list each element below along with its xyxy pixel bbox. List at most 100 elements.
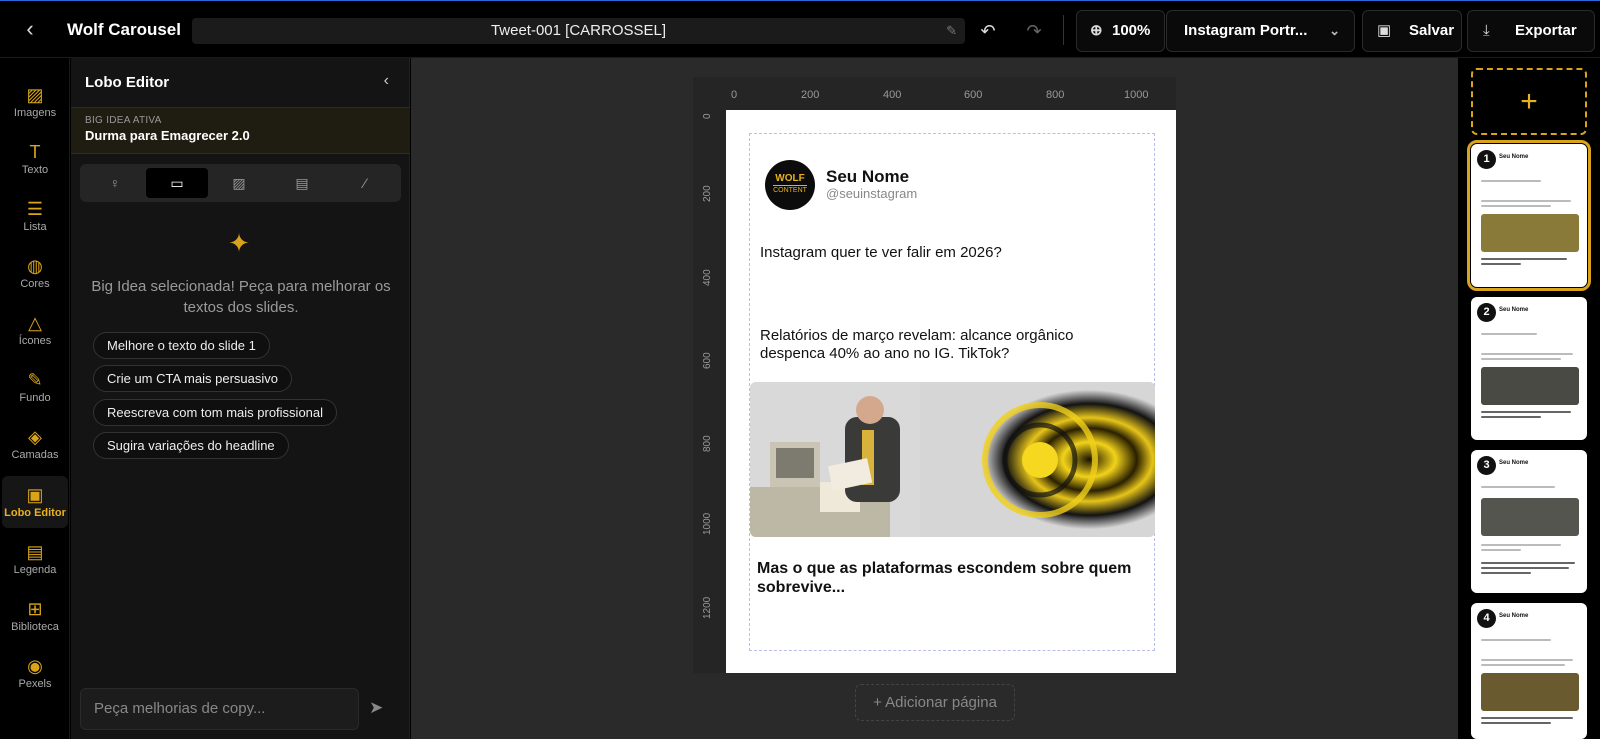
thumbnail-line [1481,333,1537,335]
rail-item-imagens[interactable]: ▨ Imagens [2,76,68,128]
thumbnail-line [1481,486,1555,488]
redo-icon: ↷ [1026,21,1042,41]
ruler-tick: 1000 [702,512,713,535]
author-handle[interactable]: @seuinstagram [826,186,917,201]
slide-image[interactable] [750,382,1155,537]
shapes-icon: △ [28,313,42,333]
rail-item-lista[interactable]: ☰ Lista [2,190,68,242]
send-button[interactable]: ➤ [369,698,383,718]
thumbnail-line [1481,200,1571,202]
thumbnail-line [1481,549,1521,551]
collapse-panel-button[interactable]: ‹ [384,72,389,90]
suggestion-chip[interactable]: Sugira variações do headline [93,432,289,459]
rail-label: Texto [21,164,49,176]
thumbnail-line [1481,416,1541,418]
rail-item-legenda[interactable]: ▤ Legenda [2,533,68,585]
thumbnail-line [1481,411,1571,413]
suggestion-chip[interactable]: Reescreva com tom mais profissional [93,399,338,426]
chat-icon: ▭ [170,175,184,191]
bookmark-icon: ⊞ [27,599,43,619]
rail-item-cores[interactable]: ◍ Cores [2,247,68,299]
tool-rail: ▨ Imagens T Texto ☰ Lista ◍ Cores △ Ícones ✎ F… [0,58,70,739]
thumbnail-image [1481,214,1579,252]
undo-button[interactable]: ↶ [977,11,999,51]
ruler-tick: 600 [702,352,713,369]
thumbnail-line [1481,717,1573,719]
tab-image[interactable]: ▨ [208,168,270,198]
tab-ideas[interactable]: ♀ [84,168,146,198]
rail-item-camadas[interactable]: ◈ Camadas [2,418,68,470]
top-bar: ‹ Wolf Carousel Tweet-001 [CARROSSEL] ✎ … [0,1,1600,58]
toolbar-divider [1063,15,1064,45]
slide-text-body[interactable]: Relatórios de março revelam: alcance org… [760,327,1140,363]
suggestion-chip[interactable]: Melhore o texto do slide 1 [93,332,270,359]
slide-thumbnail-2[interactable]: 2 Seu Nome [1471,297,1587,440]
ruler-tick: 0 [702,113,713,119]
logo-text: WOLF [775,173,805,184]
add-slide-button[interactable]: + [1471,68,1587,135]
format-dropdown[interactable]: Instagram Portr... ⌄ [1166,10,1355,52]
suggestion-chip[interactable]: Crie um CTA mais persuasivo [93,365,292,392]
zoom-button[interactable]: ⊕ 100% [1076,10,1165,52]
save-label: Salvar [1409,22,1455,39]
rail-label: Pexels [18,678,52,690]
panel-hint: Big Idea selecionada! Peça para melhorar… [91,278,391,316]
save-button[interactable]: ▣ Salvar [1362,10,1462,52]
tab-copy[interactable]: ▭ [146,168,208,198]
redo-button[interactable]: ↷ [1023,11,1045,51]
slide-number: 4 [1477,609,1496,628]
rail-label: Legenda [13,564,57,576]
rail-label: Cores [20,278,50,290]
thumbnail-line [1481,353,1573,355]
tab-magic[interactable]: ⁄ [334,168,396,198]
thumbnail-author: Seu Nome [1499,460,1529,466]
download-icon: ⤓ [1483,22,1490,39]
rail-label: Camadas [11,449,59,461]
layout-icon: ▤ [295,175,309,191]
rail-item-lobo-editor[interactable]: ▣ Lobo Editor [2,476,68,528]
slide-number: 2 [1477,303,1496,322]
thumbnail-image [1481,498,1579,536]
ruler-tick: 400 [883,89,902,101]
rail-item-fundo[interactable]: ✎ Fundo [2,361,68,413]
rail-label: Biblioteca [11,621,59,633]
chevron-left-icon: ‹ [26,16,34,41]
slide-thumbnail-3[interactable]: 3 Seu Nome [1471,450,1587,593]
thumbnail-image [1481,367,1579,405]
thumbnail-author: Seu Nome [1499,154,1529,160]
plus-icon: + [1520,85,1538,118]
rail-item-texto[interactable]: T Texto [2,133,68,185]
brush-icon: ✎ [27,370,43,390]
export-label: Exportar [1515,22,1577,39]
thumbnail-line [1481,180,1541,182]
ruler-tick: 1000 [1124,89,1149,101]
slide-thumbnail-4[interactable]: 4 Seu Nome [1471,603,1587,739]
thumbnail-line [1481,562,1575,564]
document-title-field[interactable]: Tweet-001 [CARROSSEL] ✎ [192,18,965,44]
slide-thumbnail-1[interactable]: 1 Seu Nome [1467,140,1591,291]
ruler-tick: 600 [964,89,983,101]
rail-item-pexels[interactable]: ◉ Pexels [2,647,68,699]
chevron-left-icon: ‹ [383,72,389,89]
avatar[interactable]: WOLF CONTENT [765,160,815,210]
rail-label: Ícones [18,335,52,347]
export-button[interactable]: ⤓ Exportar [1467,10,1595,52]
thumbnail-author: Seu Nome [1499,307,1529,313]
slide-text-cta[interactable]: Mas o que as plataformas escondem sobre … [757,559,1147,597]
rail-item-icones[interactable]: △ Ícones [2,304,68,356]
copy-request-input[interactable]: Peça melhorias de copy... [80,688,359,730]
add-page-button[interactable]: + Adicionar página [855,684,1015,721]
thumbnail-line [1481,639,1551,641]
save-icon: ▣ [1377,22,1392,39]
big-idea-kicker: BIG IDEA ATIVA [85,115,162,126]
rail-item-biblioteca[interactable]: ⊞ Biblioteca [2,590,68,642]
tab-layout[interactable]: ▤ [271,168,333,198]
author-name[interactable]: Seu Nome [826,167,909,187]
layers-icon: ◈ [28,427,42,447]
lobo-editor-panel: Lobo Editor ‹ BIG IDEA ATIVA Durma para … [71,58,410,739]
ruler-tick: 800 [1046,89,1065,101]
thumbnail-line [1481,722,1551,724]
back-button[interactable]: ‹ [18,17,42,41]
slide-text-headline[interactable]: Instagram quer te ver falir em 2026? [760,244,1002,261]
magic-wand-icon: ⁄ [363,175,367,191]
